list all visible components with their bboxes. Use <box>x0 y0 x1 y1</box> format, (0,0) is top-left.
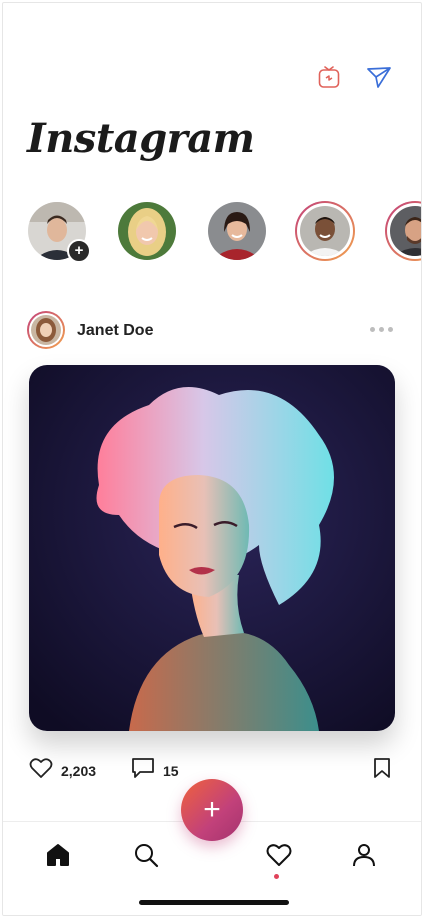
tab-profile[interactable] <box>347 840 381 874</box>
add-story-button[interactable]: + <box>67 239 91 263</box>
comment-count: 15 <box>163 762 179 779</box>
story-item[interactable] <box>207 201 267 261</box>
like-count: 2,203 <box>61 762 97 779</box>
comment-icon[interactable] <box>131 757 155 784</box>
tab-search[interactable] <box>129 840 163 874</box>
header-actions <box>315 63 393 91</box>
igtv-icon[interactable] <box>315 63 343 91</box>
post-author-avatar[interactable] <box>27 311 65 349</box>
send-icon[interactable] <box>365 63 393 91</box>
stories-row: + <box>27 201 421 263</box>
more-options-icon[interactable] <box>370 327 393 332</box>
story-own[interactable]: + <box>27 201 91 263</box>
app-screen: Instagram + Janet Doe 2,203 15 + <box>2 2 422 916</box>
home-indicator <box>139 900 289 905</box>
post-author-name[interactable]: Janet Doe <box>77 322 153 340</box>
story-avatar <box>208 202 266 260</box>
post-header: Janet Doe <box>27 311 393 351</box>
app-logo: Instagram <box>27 115 255 162</box>
activity-indicator-dot <box>274 874 279 879</box>
story-avatar <box>118 202 176 260</box>
story-item[interactable] <box>117 201 177 261</box>
home-icon <box>45 842 71 873</box>
heart-icon <box>266 843 292 872</box>
plus-icon: + <box>203 793 221 826</box>
story-item[interactable] <box>385 201 421 261</box>
tab-home[interactable] <box>41 840 75 874</box>
post-image[interactable] <box>29 365 395 731</box>
story-item[interactable] <box>295 201 355 261</box>
tab-activity[interactable] <box>262 840 296 874</box>
like-action: 2,203 <box>29 757 96 784</box>
create-post-button[interactable]: + <box>181 779 243 841</box>
user-icon <box>352 842 376 873</box>
search-icon <box>133 842 159 873</box>
bookmark-icon[interactable] <box>373 757 391 779</box>
heart-icon[interactable] <box>29 757 53 784</box>
comment-action: 15 <box>131 757 179 784</box>
story-avatar <box>300 206 350 256</box>
